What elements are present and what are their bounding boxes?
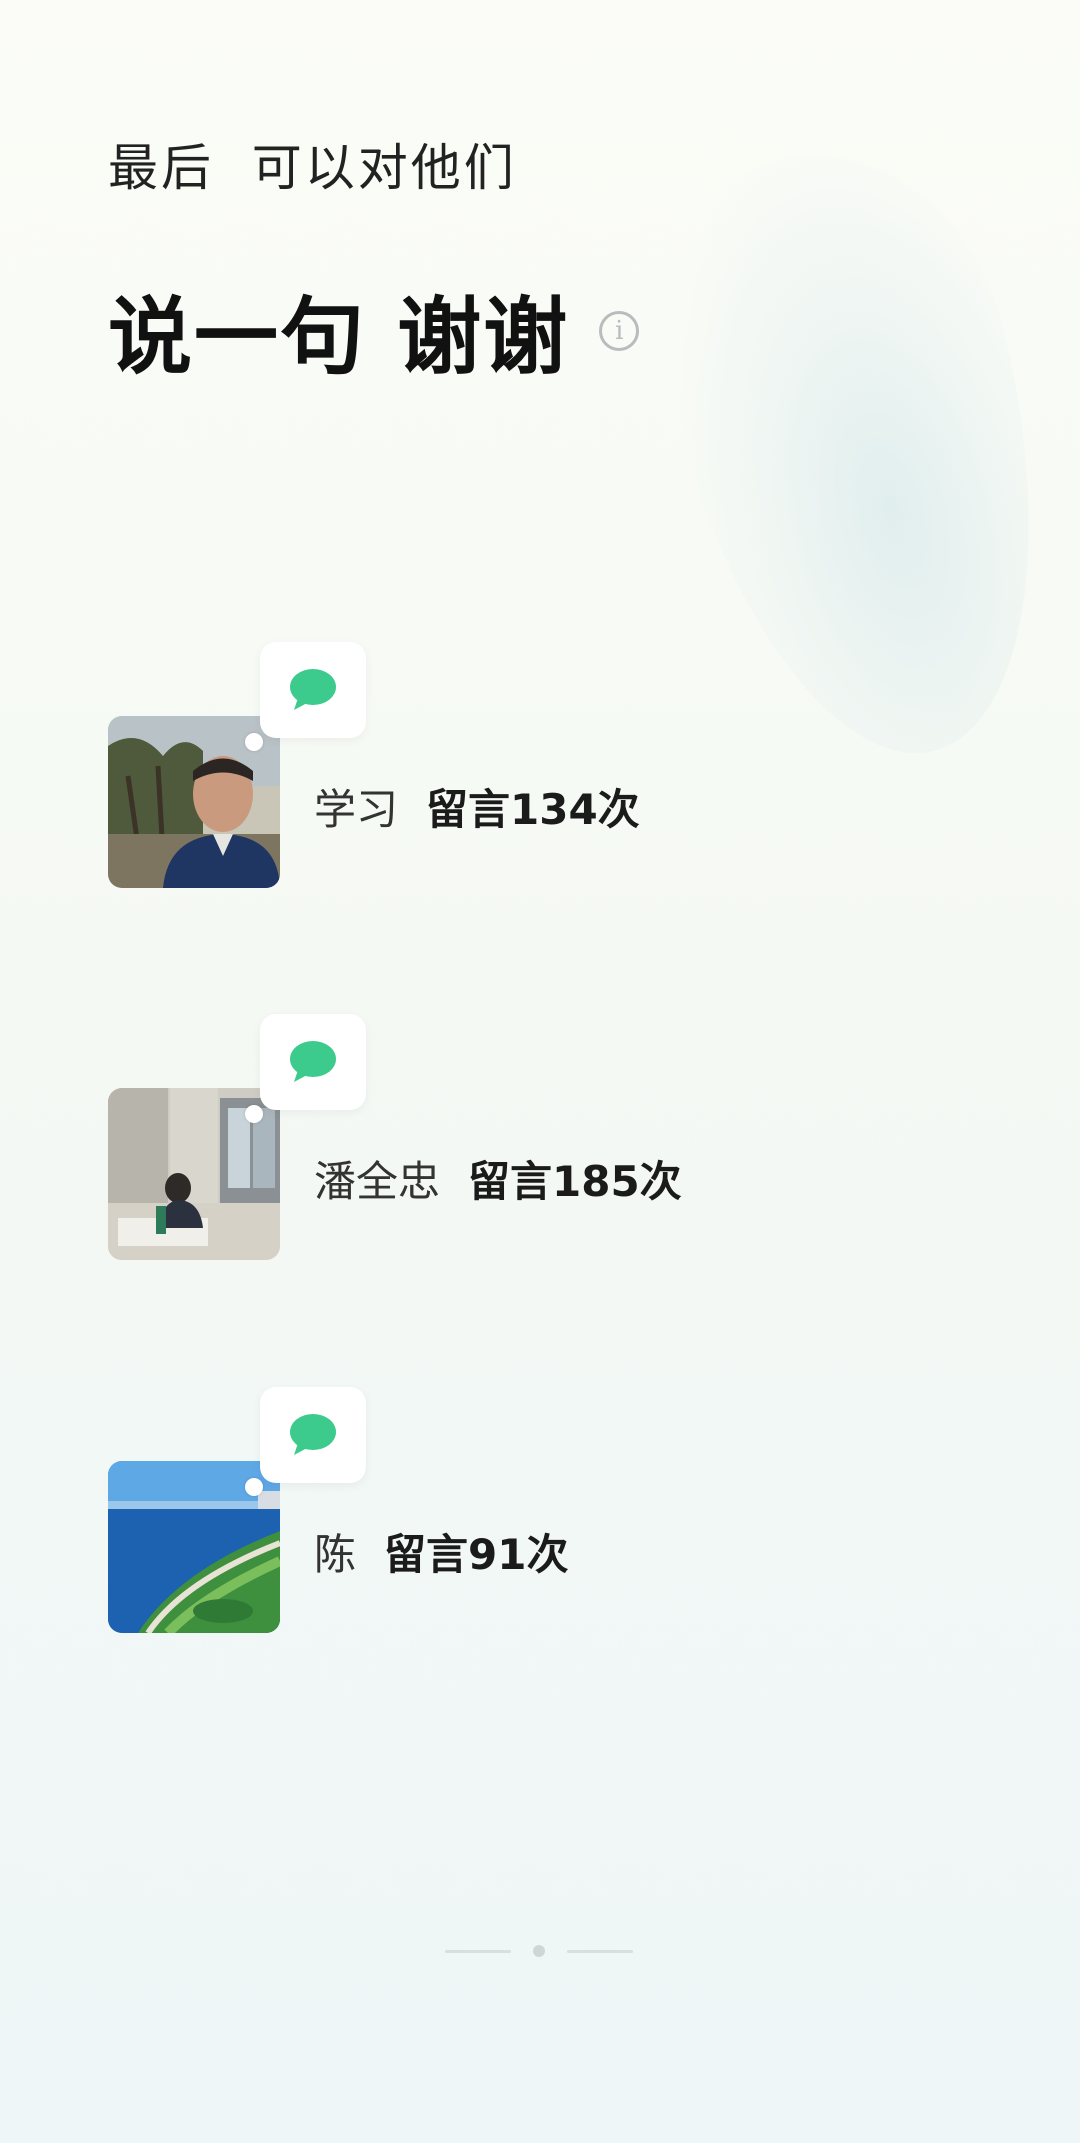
person-info: 陈 留言91次 xyxy=(314,1521,568,1582)
person-info: 潘全忠 留言185次 xyxy=(314,1148,682,1209)
list-item[interactable]: 学习 留言134次 xyxy=(108,642,888,892)
page-indicator-line xyxy=(445,1949,511,1953)
chat-bubble-icon xyxy=(290,1041,336,1082)
page-indicator xyxy=(445,1945,633,1957)
info-icon[interactable]: i xyxy=(599,310,640,351)
headline-row: 说一句 谢谢 i xyxy=(108,270,640,391)
person-info: 学习 留言134次 xyxy=(314,776,640,837)
person-name: 潘全忠 xyxy=(314,1157,441,1206)
person-name: 学习 xyxy=(314,785,399,834)
page-indicator-line xyxy=(567,1949,633,1953)
list-item[interactable]: 陈 留言91次 xyxy=(108,1387,888,1637)
comment-count: 留言134次 xyxy=(426,785,640,834)
connector-dot xyxy=(245,1105,263,1123)
list-item[interactable]: 潘全忠 留言185次 xyxy=(108,1014,888,1264)
comment-button[interactable] xyxy=(260,1014,366,1110)
chat-bubble-icon xyxy=(290,1414,336,1455)
comment-button[interactable] xyxy=(260,1387,366,1483)
page-title: 说一句 谢谢 xyxy=(108,288,570,386)
comment-count: 留言91次 xyxy=(384,1530,569,1579)
comment-count: 留言185次 xyxy=(468,1157,682,1206)
comment-button[interactable] xyxy=(260,642,366,738)
page-indicator-dot xyxy=(533,1945,545,1957)
person-name: 陈 xyxy=(314,1530,357,1579)
connector-dot xyxy=(245,1478,263,1496)
page-subtitle: 最后 可以对他们 xyxy=(108,139,517,197)
connector-dot xyxy=(245,733,263,751)
chat-bubble-icon xyxy=(290,669,336,710)
